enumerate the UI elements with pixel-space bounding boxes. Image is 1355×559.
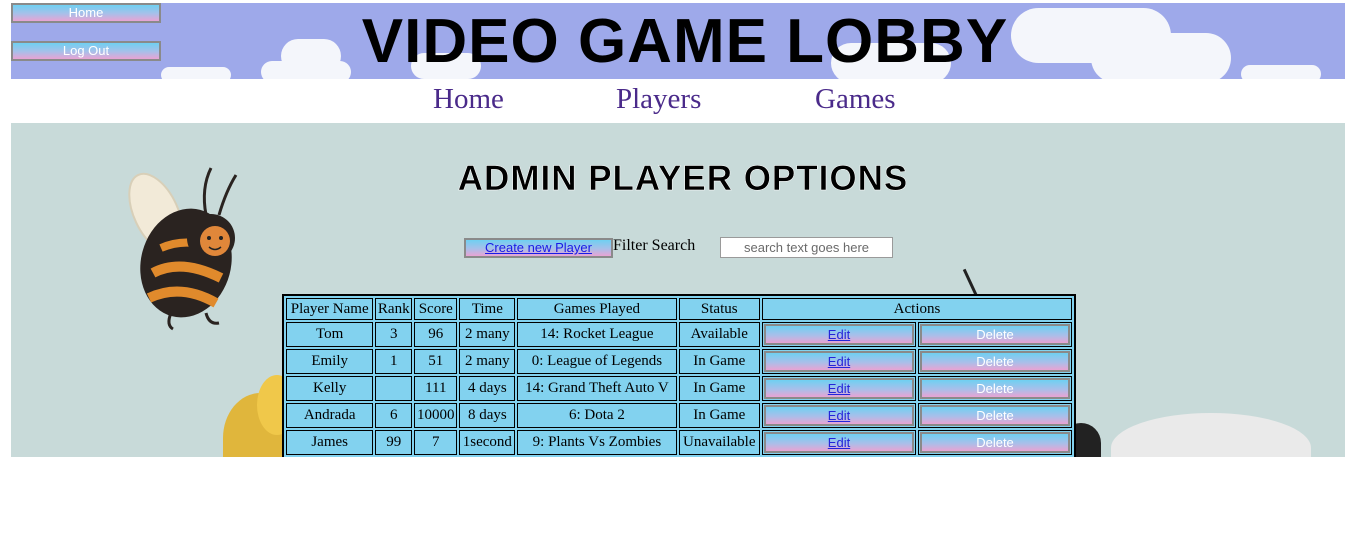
- players-table: Player Name Rank Score Time Games Played…: [282, 294, 1076, 457]
- flower-illustration: [1111, 413, 1311, 457]
- page-title: ADMIN PLAYER OPTIONS: [457, 159, 909, 199]
- cell-delete: Delete: [918, 322, 1072, 347]
- nav-link-games[interactable]: Games: [815, 83, 896, 116]
- column-header-score: Score: [414, 298, 458, 320]
- column-header-actions: Actions: [762, 298, 1072, 320]
- site-title: VIDEO GAME LOBBY: [361, 7, 1009, 76]
- edit-button[interactable]: Edit: [764, 324, 914, 345]
- search-input[interactable]: [720, 237, 893, 258]
- table-row: Tom 3 96 2 many 14: Rocket League Availa…: [286, 322, 1072, 347]
- cell-delete: Delete: [918, 376, 1072, 401]
- cell-delete: Delete: [918, 349, 1072, 374]
- cell-status: Unavailable: [678, 430, 760, 455]
- cell-score: 96: [414, 322, 458, 347]
- cell-status: Available: [678, 322, 760, 347]
- edit-button[interactable]: Edit: [764, 405, 914, 426]
- column-header-player-name: Player Name: [286, 298, 374, 320]
- cell-time: 1second: [459, 430, 516, 455]
- cell-edit: Edit: [762, 403, 916, 428]
- cell-delete: Delete: [918, 403, 1072, 428]
- delete-button[interactable]: Delete: [920, 378, 1070, 399]
- column-header-status: Status: [678, 298, 760, 320]
- cell-games-played: 0: League of Legends: [517, 349, 677, 374]
- cell-delete: Delete: [918, 430, 1072, 455]
- delete-button[interactable]: Delete: [920, 405, 1070, 426]
- nav-link-home[interactable]: Home: [433, 83, 504, 116]
- cell-score: 51: [414, 349, 458, 374]
- cell-rank: 99: [375, 430, 413, 455]
- logout-button[interactable]: Log Out: [11, 41, 161, 61]
- cell-time: 2 many: [459, 322, 516, 347]
- cell-status: In Game: [678, 376, 760, 401]
- cell-games-played: 14: Rocket League: [517, 322, 677, 347]
- filter-search-label: Filter Search: [613, 237, 696, 254]
- cell-player-name: Kelly: [286, 376, 374, 401]
- cell-edit: Edit: [762, 349, 916, 374]
- cell-rank: 3: [375, 322, 413, 347]
- bug-illustration: [962, 268, 979, 298]
- table-header-row: Player Name Rank Score Time Games Played…: [286, 298, 1072, 320]
- table-row: James 99 7 1second 9: Plants Vs Zombies …: [286, 430, 1072, 455]
- cell-time: 2 many: [459, 349, 516, 374]
- cell-player-name: Emily: [286, 349, 374, 374]
- cell-edit: Edit: [762, 430, 916, 455]
- table-row: Kelly 111 4 days 14: Grand Theft Auto V …: [286, 376, 1072, 401]
- edit-button[interactable]: Edit: [764, 432, 914, 453]
- cell-status: In Game: [678, 349, 760, 374]
- cell-player-name: Tom: [286, 322, 374, 347]
- cell-player-name: Andrada: [286, 403, 374, 428]
- home-button[interactable]: Home: [11, 3, 161, 23]
- cell-score: 10000: [414, 403, 458, 428]
- cell-games-played: 6: Dota 2: [517, 403, 677, 428]
- cell-rank: 1: [375, 349, 413, 374]
- cell-edit: Edit: [762, 376, 916, 401]
- table-row: Andrada 6 10000 8 days 6: Dota 2 In Game…: [286, 403, 1072, 428]
- cell-games-played: 14: Grand Theft Auto V: [517, 376, 677, 401]
- cell-score: 111: [414, 376, 458, 401]
- cell-status: In Game: [678, 403, 760, 428]
- edit-button[interactable]: Edit: [764, 378, 914, 399]
- create-player-button[interactable]: Create new Player: [464, 238, 613, 258]
- cell-games-played: 9: Plants Vs Zombies: [517, 430, 677, 455]
- main-content: ADMIN PLAYER OPTIONS Create new Player F…: [11, 123, 1345, 457]
- column-header-games-played: Games Played: [517, 298, 677, 320]
- main-nav: Home Players Games: [11, 79, 1220, 123]
- cell-time: 4 days: [459, 376, 516, 401]
- cell-edit: Edit: [762, 322, 916, 347]
- delete-button[interactable]: Delete: [920, 432, 1070, 453]
- nav-link-players[interactable]: Players: [616, 83, 701, 116]
- edit-button[interactable]: Edit: [764, 351, 914, 372]
- delete-button[interactable]: Delete: [920, 351, 1070, 372]
- table-row: Emily 1 51 2 many 0: League of Legends I…: [286, 349, 1072, 374]
- cell-rank: [375, 376, 413, 401]
- delete-button[interactable]: Delete: [920, 324, 1070, 345]
- cell-score: 7: [414, 430, 458, 455]
- column-header-time: Time: [459, 298, 516, 320]
- cell-time: 8 days: [459, 403, 516, 428]
- column-header-rank: Rank: [375, 298, 413, 320]
- cell-player-name: James: [286, 430, 374, 455]
- cell-rank: 6: [375, 403, 413, 428]
